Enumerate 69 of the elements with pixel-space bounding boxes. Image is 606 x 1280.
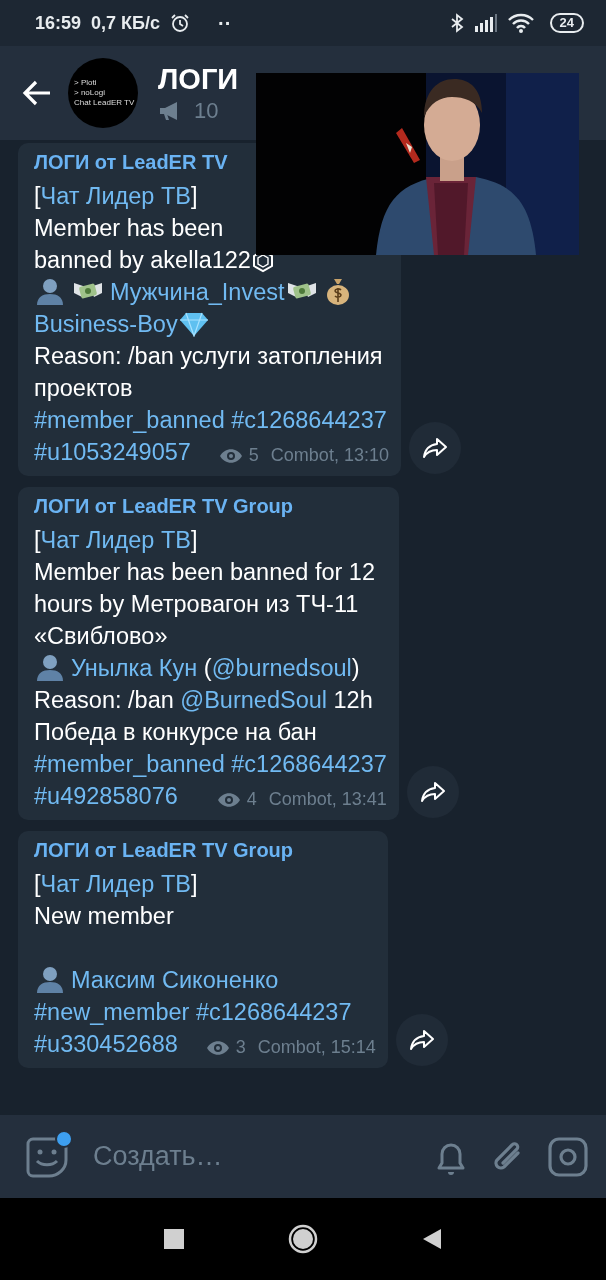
message-text: hours by Метровагон из ТЧ-11 — [34, 590, 359, 619]
sender-name: ЛОГИ от LeadER TV — [34, 151, 229, 174]
link[interactable]: #u1053249057 — [34, 439, 191, 465]
link[interactable]: #member_banned #c1268644237 — [34, 751, 387, 777]
link[interactable]: #new_member #c1268644237 — [34, 999, 352, 1025]
link[interactable]: Чат Лидер ТВ — [40, 183, 191, 209]
link[interactable]: @burnedsoul — [211, 655, 352, 681]
avatar-text: > Ploti — [74, 78, 98, 88]
clock-time: 16:59 — [35, 12, 82, 34]
link[interactable]: Чат Лидер ТВ — [40, 527, 191, 553]
back-icon[interactable] — [22, 80, 52, 106]
notification-dots: ·· — [218, 11, 232, 35]
bluetooth-icon — [449, 13, 464, 33]
eye-icon — [218, 447, 243, 464]
sender-name: ЛОГИ от LeadER TV Group — [34, 495, 295, 518]
message-text: New member — [34, 902, 174, 931]
message-text: Reason: /ban услуги затопления — [34, 342, 383, 371]
message-text: Reason: /ban @BurnedSoul 12h — [34, 686, 373, 715]
person-icon — [35, 653, 65, 681]
message-text: [Чат Лидер ТВ] — [34, 870, 198, 899]
message-signature: Combot, 13:41 — [268, 789, 387, 810]
link[interactable]: Мужчина_Invest — [110, 279, 285, 305]
message-signature: Combot, 13:10 — [270, 445, 389, 466]
message-input[interactable]: Создать… — [91, 1140, 412, 1173]
chat-title: ЛОГИ — [158, 62, 240, 96]
message-text: [Чат Лидер ТВ] — [34, 182, 198, 211]
money-bag-icon — [324, 277, 351, 305]
wifi-icon — [507, 13, 534, 33]
alarm-icon — [170, 13, 190, 33]
message-signature: Combot, 15:14 — [257, 1037, 376, 1058]
link[interactable]: Чат Лидер ТВ — [40, 871, 191, 897]
eye-icon — [216, 791, 241, 808]
message-text: banned by akella122 — [34, 244, 280, 276]
link[interactable]: Максим Сиконенко — [71, 967, 279, 993]
avatar-text: > noLogi — [74, 88, 106, 98]
eye-icon — [205, 1039, 230, 1056]
view-count: 5 — [248, 445, 259, 466]
message-text: Победа в конкурсе на бан — [34, 718, 317, 747]
share-icon — [421, 437, 448, 459]
sender-name: ЛОГИ от LeadER TV Group — [34, 839, 295, 862]
link[interactable]: Унылка Кун — [71, 655, 198, 681]
message-text: Member has been — [34, 214, 224, 243]
link[interactable]: #u492858076 — [34, 783, 178, 809]
signal-icon — [473, 14, 498, 32]
view-count: 4 — [246, 789, 257, 810]
subscriber-count: 10 — [194, 97, 219, 124]
message-text: Унылка Кун (@burnedsoul) — [34, 652, 360, 684]
network-speed: 0,7 КБ/с — [91, 12, 160, 34]
share-icon — [408, 1029, 435, 1051]
link[interactable]: Business-Boy — [34, 311, 178, 337]
message-text: Member has been banned for 12 — [34, 558, 375, 587]
channel-avatar[interactable]: > Ploti > noLogi Chat LeadER TV — [68, 58, 138, 128]
diamond-icon — [178, 311, 209, 337]
battery-indicator: 24 — [549, 13, 584, 33]
link[interactable]: @BurnedSoul — [180, 687, 327, 713]
sticker-icon[interactable] — [25, 1135, 69, 1178]
share-icon — [419, 781, 446, 803]
link[interactable]: #u330452688 — [34, 1031, 178, 1057]
message-text: проектов — [34, 374, 133, 403]
camera-icon[interactable] — [548, 1136, 588, 1177]
link[interactable]: #member_banned #c1268644237 — [34, 407, 387, 433]
message-text: [Чат Лидер ТВ] — [34, 526, 198, 555]
avatar-text: Chat LeadER TV — [74, 98, 136, 108]
message-text: «Свиблово» — [34, 622, 168, 651]
person-icon — [35, 277, 65, 305]
back-button[interactable] — [422, 1228, 442, 1250]
person-icon — [35, 965, 65, 993]
home-button[interactable] — [288, 1224, 318, 1254]
view-count: 3 — [235, 1037, 246, 1058]
